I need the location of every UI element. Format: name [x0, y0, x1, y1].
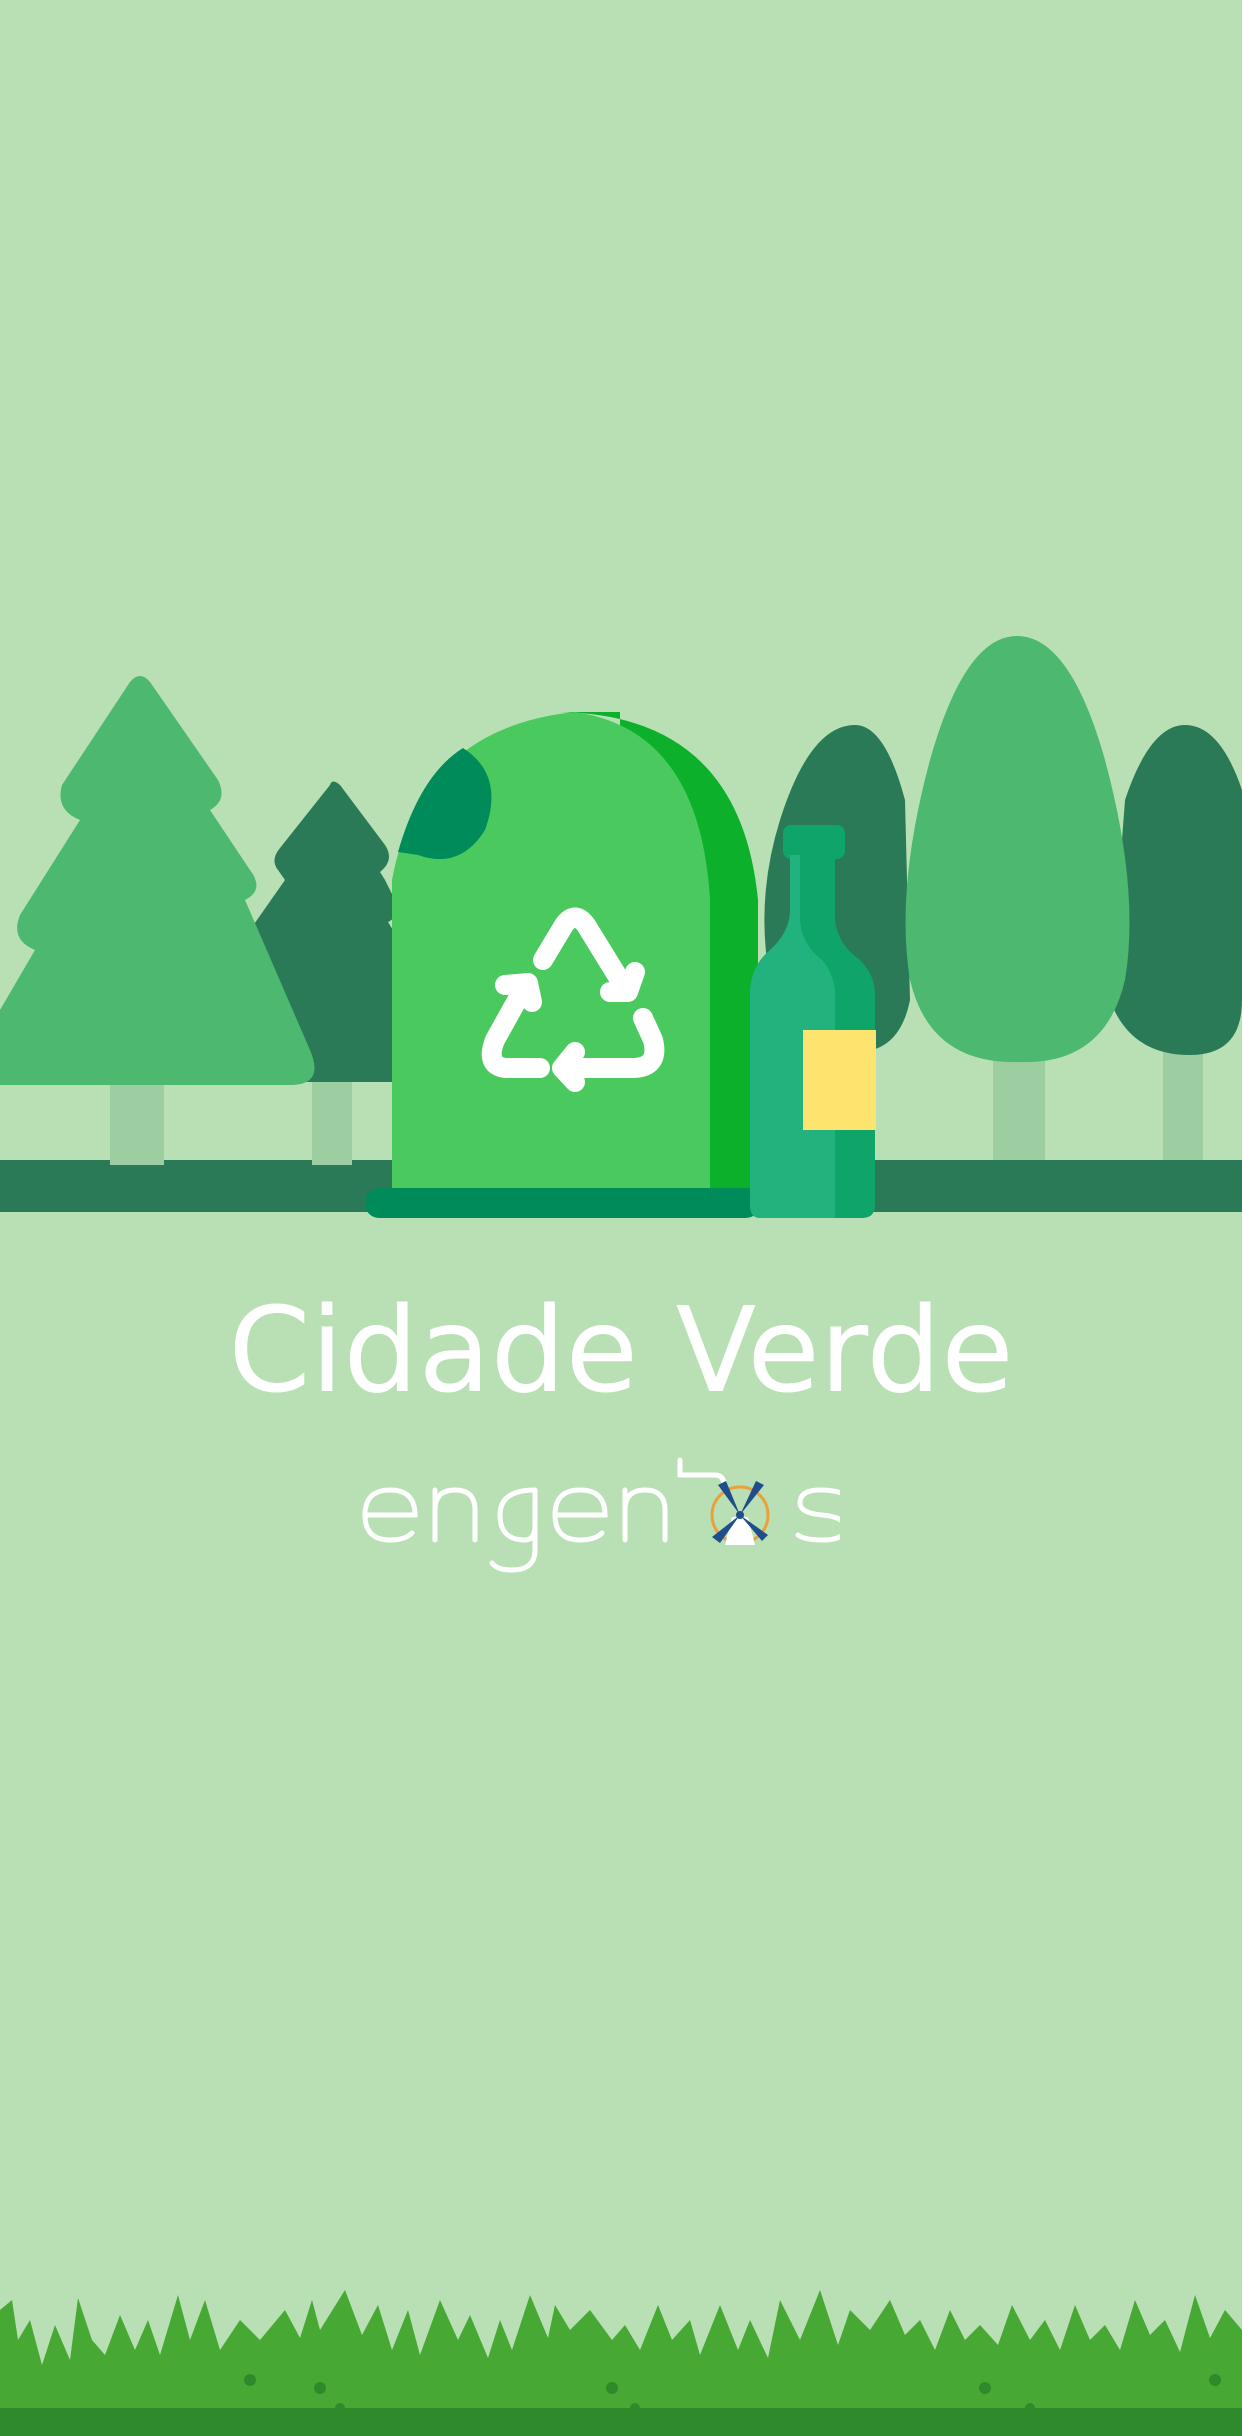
tree-trunk [110, 1080, 164, 1165]
windmill-icon [710, 1481, 770, 1545]
light-round-tree [905, 636, 1130, 1063]
tree-trunk [312, 1080, 352, 1165]
app-title: Cidade Verde [228, 1281, 1014, 1419]
dark-round-tree [1110, 725, 1242, 1055]
tree-trunk [1163, 1040, 1203, 1160]
light-pine-tree [0, 676, 315, 1085]
splash-screen: Cidade Verde engenhos [0, 0, 1242, 2436]
brand-logo: engenhos [360, 1455, 840, 1573]
recycling-bin-icon [365, 712, 760, 1218]
illustration-recycling-scene [0, 636, 1242, 1218]
grass-decoration [0, 2290, 1242, 2436]
brand-name: engenhos [360, 1455, 365, 1456]
